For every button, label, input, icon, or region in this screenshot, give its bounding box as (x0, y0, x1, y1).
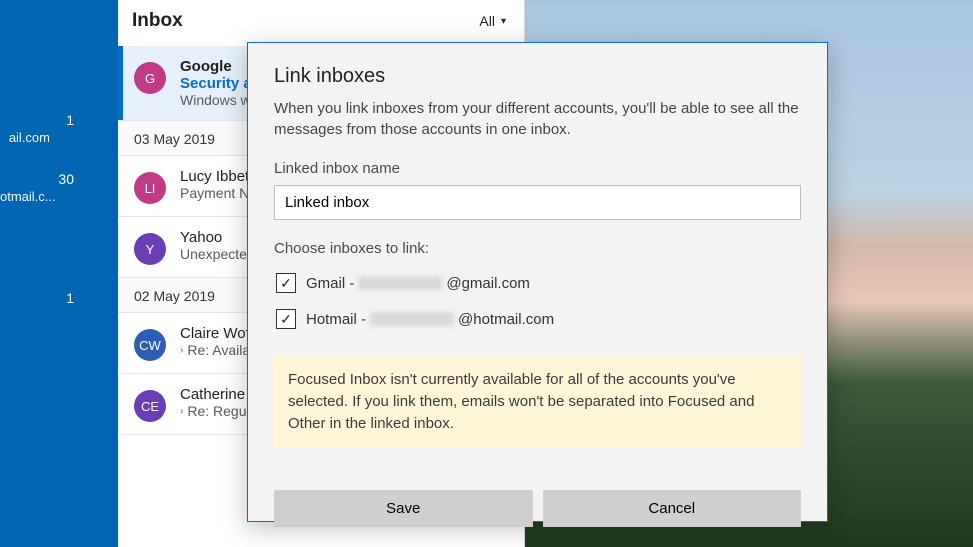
linked-inbox-name-input[interactable] (274, 185, 801, 220)
dialog-description: When you link inboxes from your differen… (274, 98, 801, 140)
redacted-text (370, 312, 454, 326)
checkbox-icon[interactable]: ✓ (276, 309, 296, 329)
reply-icon: › (180, 406, 183, 417)
avatar: LI (134, 172, 166, 204)
filter-label: All (479, 13, 495, 29)
filter-dropdown[interactable]: All ▾ (475, 11, 510, 31)
sidebar-account-2[interactable]: 30 otmail.c... (0, 171, 118, 210)
inbox-checkbox-list: ✓ Gmail - @gmail.com ✓ Hotmail - @hotmai… (274, 265, 801, 337)
save-button[interactable]: Save (274, 490, 533, 527)
account-label: otmail.c... (0, 189, 108, 204)
checkbox-icon[interactable]: ✓ (276, 273, 296, 293)
unread-count: 1 (0, 290, 108, 306)
sidebar-account-3[interactable]: 1 (0, 290, 118, 314)
dialog-buttons: Save Cancel (274, 490, 801, 527)
avatar: G (134, 62, 166, 94)
choose-label: Choose inboxes to link: (274, 240, 801, 257)
chevron-down-icon: ▾ (501, 16, 506, 27)
inbox-option[interactable]: ✓ Hotmail - @hotmail.com (274, 301, 801, 337)
account-label: ail.com (0, 130, 108, 145)
inbox-option-label: Gmail - @gmail.com (306, 275, 530, 292)
name-field-label: Linked inbox name (274, 160, 801, 177)
reply-icon: › (180, 345, 183, 356)
unread-count: 1 (0, 112, 108, 128)
unread-count: 30 (0, 171, 108, 187)
avatar: Y (134, 233, 166, 265)
avatar: CW (134, 329, 166, 361)
sidebar-account-1[interactable]: 1 ail.com (0, 112, 118, 151)
warning-banner: Focused Inbox isn't currently available … (274, 355, 801, 448)
dialog-title: Link inboxes (274, 65, 801, 88)
nav-sidebar: 1 ail.com 30 otmail.c... 1 (0, 0, 118, 547)
link-inboxes-dialog: Link inboxes When you link inboxes from … (247, 42, 828, 522)
inbox-option-label: Hotmail - @hotmail.com (306, 311, 554, 328)
inbox-option[interactable]: ✓ Gmail - @gmail.com (274, 265, 801, 301)
redacted-text (358, 276, 442, 290)
inbox-header: Inbox All ▾ (118, 0, 524, 46)
inbox-title: Inbox (132, 10, 183, 32)
cancel-button[interactable]: Cancel (543, 490, 802, 527)
avatar: CE (134, 390, 166, 422)
